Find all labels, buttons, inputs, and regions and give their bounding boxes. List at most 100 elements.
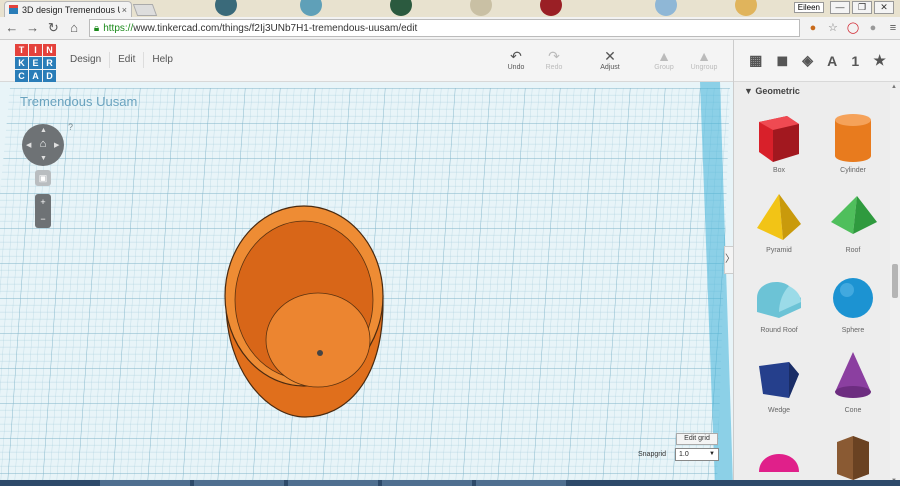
section-title: Geometric bbox=[755, 86, 800, 96]
zoom-out-icon[interactable]: − bbox=[35, 211, 51, 228]
help-icon[interactable]: ? bbox=[68, 122, 73, 132]
undo-button[interactable]: ↶ Undo bbox=[496, 48, 536, 71]
zoom-in-icon[interactable]: + bbox=[35, 194, 51, 211]
section-geometric[interactable]: ▼ Geometric bbox=[744, 86, 800, 96]
design-name[interactable]: Tremendous Uusam bbox=[20, 94, 137, 109]
wallpaper-decoration bbox=[735, 0, 757, 16]
fit-view-icon[interactable]: ▣ bbox=[35, 170, 51, 186]
home-view-icon[interactable]: ⌂ bbox=[36, 137, 50, 151]
group-label: Group bbox=[654, 64, 674, 71]
lock-icon: 🔒︎ bbox=[93, 22, 100, 34]
extension-icon[interactable]: ● bbox=[866, 21, 880, 35]
menu-help[interactable]: Help bbox=[144, 52, 181, 68]
menu-icon[interactable]: ≡ bbox=[886, 21, 900, 35]
browser-tab-strip: 3D design Tremendous U × Eileen — ❐ ✕ bbox=[0, 0, 900, 17]
opera-icon[interactable]: ◯ bbox=[846, 21, 860, 35]
cube-icon[interactable]: ◼ bbox=[776, 52, 788, 69]
shape-label: Round Roof bbox=[760, 327, 798, 334]
os-taskbar bbox=[0, 480, 900, 486]
shape-cylinder[interactable]: Cylinder bbox=[816, 108, 890, 174]
shape-sphere[interactable]: Sphere bbox=[816, 268, 890, 334]
tab-close-button[interactable]: × bbox=[122, 5, 127, 15]
cubes-icon[interactable]: ◈ bbox=[802, 52, 813, 69]
group-button[interactable]: ▲ Group bbox=[644, 48, 684, 71]
collapse-panel-button[interactable]: 〉 bbox=[724, 246, 733, 274]
adjust-button[interactable]: ✕ Adjust bbox=[590, 48, 630, 71]
orbit-right-icon[interactable]: ▶ bbox=[54, 141, 59, 149]
orbit-up-icon[interactable]: ▲ bbox=[40, 127, 47, 134]
extension-icons: ● ☆ ◯ ● ≡ bbox=[806, 21, 900, 35]
taskbar-item[interactable] bbox=[194, 480, 284, 486]
minimize-button[interactable]: — bbox=[830, 1, 850, 14]
scroll-up-icon[interactable]: ▲ bbox=[891, 84, 897, 90]
extension-icon[interactable]: ● bbox=[806, 21, 820, 35]
taskbar-item[interactable] bbox=[288, 480, 378, 486]
menu-edit[interactable]: Edit bbox=[110, 52, 145, 68]
favorites-tab[interactable]: ★ bbox=[873, 52, 886, 69]
shape-box[interactable]: Box bbox=[742, 108, 816, 174]
shape-pyramid[interactable]: Pyramid bbox=[742, 188, 816, 254]
model-hole bbox=[317, 350, 323, 356]
orbit-down-icon[interactable]: ▼ bbox=[40, 155, 47, 162]
maximize-button[interactable]: ❐ bbox=[852, 1, 872, 14]
shape-label: Cone bbox=[844, 407, 862, 414]
logo-letter: E bbox=[29, 57, 42, 69]
close-window-button[interactable]: ✕ bbox=[874, 1, 894, 14]
roof-icon bbox=[831, 196, 877, 234]
number-tab[interactable]: 1 bbox=[851, 53, 859, 69]
shape-grid: Box Cylinder Pyramid Roof Round Roof Sphere We… bbox=[742, 108, 882, 490]
text-tab[interactable]: A bbox=[827, 53, 837, 69]
redo-icon: ↷ bbox=[548, 48, 560, 64]
box-icon bbox=[759, 116, 799, 162]
adjust-label: Adjust bbox=[600, 64, 620, 71]
new-tab-button[interactable] bbox=[132, 4, 158, 16]
orbit-left-icon[interactable]: ◀ bbox=[26, 141, 31, 149]
forward-icon[interactable]: → bbox=[24, 19, 42, 37]
shape-label: Wedge bbox=[767, 407, 791, 414]
view-navigator[interactable]: ▲ ▼ ◀ ▶ ⌂ bbox=[22, 124, 64, 166]
undo-label: Undo bbox=[507, 64, 525, 71]
back-icon[interactable]: ← bbox=[3, 19, 21, 37]
shape-cone[interactable]: Cone bbox=[816, 348, 890, 414]
reload-icon[interactable]: ↻ bbox=[44, 19, 62, 37]
sphere-icon bbox=[833, 278, 873, 318]
profile-badge[interactable]: Eileen bbox=[793, 2, 824, 13]
workplane-viewport[interactable]: Tremendous Uusam ? ▲ ▼ ◀ ▶ ⌂ ▣ + − 〉 Edi… bbox=[0, 82, 733, 486]
home-icon[interactable]: ⌂ bbox=[65, 19, 83, 37]
menu-design[interactable]: Design bbox=[62, 52, 111, 68]
url-scheme: https:// bbox=[103, 22, 134, 34]
url-input[interactable]: 🔒︎ https:// www.tinkercad.com/things/f2I… bbox=[88, 19, 800, 37]
edit-grid-button[interactable]: Edit grid bbox=[676, 433, 718, 445]
browser-tab[interactable]: 3D design Tremendous U × bbox=[4, 1, 132, 17]
ungroup-label: Ungroup bbox=[690, 64, 718, 71]
cone-icon bbox=[835, 352, 871, 398]
adjust-icon: ✕ bbox=[604, 48, 616, 64]
shape-label: Pyramid bbox=[766, 247, 792, 254]
wallpaper-decoration bbox=[300, 0, 322, 16]
half-sphere-icon bbox=[759, 454, 799, 472]
logo-letter: R bbox=[43, 57, 56, 69]
url-text: www.tinkercad.com/things/f2Ij3UNb7H1-tre… bbox=[133, 22, 418, 34]
bookmark-star-icon[interactable]: ☆ bbox=[826, 21, 840, 35]
shape-round-roof[interactable]: Round Roof bbox=[742, 268, 816, 334]
taskbar-item[interactable] bbox=[382, 480, 472, 486]
group-icon: ▲ bbox=[657, 48, 671, 64]
workplane-grid[interactable] bbox=[0, 82, 733, 486]
snap-grid-label: Snapgrid bbox=[638, 451, 667, 458]
taskbar-item[interactable] bbox=[100, 480, 190, 486]
pyramid-icon bbox=[757, 194, 801, 240]
redo-button[interactable]: ↷ Redo bbox=[534, 48, 574, 71]
taskbar-item[interactable] bbox=[476, 480, 566, 486]
wallpaper-decoration bbox=[655, 0, 677, 16]
logo-letter: N bbox=[43, 44, 56, 56]
tinkercad-logo[interactable]: TIN KER CAD bbox=[15, 44, 56, 82]
panel-scrollbar[interactable]: ▲ ▼ bbox=[890, 82, 900, 486]
shape-roof[interactable]: Roof bbox=[816, 188, 890, 254]
wallpaper-decoration bbox=[540, 0, 562, 16]
wallpaper-decoration bbox=[215, 0, 237, 16]
ungroup-button[interactable]: ▲ Ungroup bbox=[684, 48, 724, 71]
shape-wedge[interactable]: Wedge bbox=[742, 348, 816, 414]
grid-view-icon[interactable]: ▦ bbox=[749, 52, 762, 69]
scrollbar-thumb[interactable] bbox=[892, 264, 898, 298]
snap-grid-select[interactable]: 1.0 ▼ bbox=[675, 448, 719, 461]
